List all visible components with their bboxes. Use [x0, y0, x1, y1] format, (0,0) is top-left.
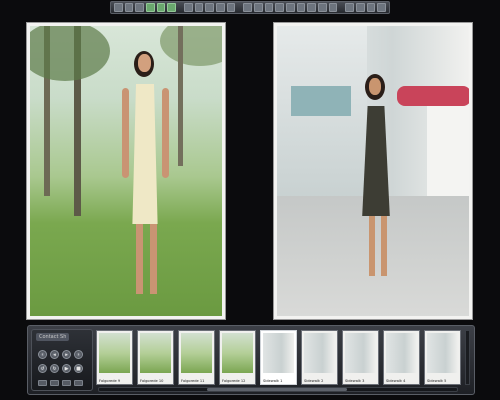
- thumbnail-caption: Folgorede 12: [222, 379, 246, 383]
- forward-icon[interactable]: ›: [74, 350, 83, 359]
- next-icon[interactable]: ▸: [62, 350, 71, 359]
- thumbnail-caption: Sidewalk 4: [386, 379, 406, 383]
- rotate-right-icon[interactable]: ↻: [50, 364, 59, 373]
- flag-icon[interactable]: [183, 3, 193, 12]
- export-icon[interactable]: [156, 3, 166, 12]
- photo-sidewalk-dress: [277, 26, 469, 316]
- redeye-icon[interactable]: [307, 3, 317, 12]
- toolbar-separator: [237, 3, 241, 12]
- thumbnail-caption: Folgorede 10: [140, 379, 164, 383]
- view-list-icon[interactable]: [38, 380, 47, 386]
- info-icon[interactable]: [355, 3, 365, 12]
- tag-icon[interactable]: [194, 3, 204, 12]
- folder-icon[interactable]: [167, 3, 177, 12]
- thumbnail-caption: Sidewalk 3: [345, 379, 365, 383]
- navigation-controls: Contact Sh ‹ ◂ ▸ › ↺ ↻ ▶ ■: [31, 329, 93, 391]
- rewind-icon[interactable]: ‹: [38, 350, 47, 359]
- thumbnail[interactable]: Sidewalk 2: [301, 330, 338, 385]
- thumbnail[interactable]: Sidewalk 3: [342, 330, 379, 385]
- thumbnail[interactable]: Sidewalk 1: [260, 330, 297, 385]
- view-filmstrip-icon[interactable]: [62, 380, 71, 386]
- play-icon[interactable]: ▶: [62, 364, 71, 373]
- view-fullscreen-icon[interactable]: [74, 380, 83, 386]
- horizontal-scrollbar[interactable]: [98, 387, 458, 392]
- photo-park-dress: [30, 26, 222, 316]
- view-single-icon[interactable]: [114, 3, 123, 12]
- viewer-right[interactable]: [273, 22, 473, 320]
- thumbnail[interactable]: Folgorede 12: [219, 330, 256, 385]
- thumbnail-image: [99, 333, 130, 373]
- thumbnail[interactable]: Sidewalk 5: [424, 330, 461, 385]
- thumbnail-caption: Sidewalk 5: [427, 379, 447, 383]
- stamp-icon[interactable]: [296, 3, 306, 12]
- rotate-icon[interactable]: [205, 3, 215, 12]
- thumbnail-caption: Sidewalk 1: [263, 379, 283, 383]
- view-compare-icon[interactable]: [124, 3, 134, 12]
- rotate-left-icon[interactable]: ↺: [38, 364, 47, 373]
- thumbnail-caption: Folgorede 9: [99, 379, 121, 383]
- view-thumbs-icon[interactable]: [50, 380, 59, 386]
- thumbnail-image: [222, 333, 253, 373]
- viewer-left[interactable]: [26, 22, 226, 320]
- zoom-icon[interactable]: [253, 3, 263, 12]
- loupe-icon[interactable]: [366, 3, 376, 12]
- thumbnail-image: [386, 333, 417, 373]
- fullscreen-icon[interactable]: [377, 3, 386, 12]
- vertical-scrollbar[interactable]: [465, 330, 470, 385]
- filmstrip-panel: Contact Sh ‹ ◂ ▸ › ↺ ↻ ▶ ■ Folgorede 9 Fo…: [27, 325, 475, 395]
- scrollbar-thumb[interactable]: [207, 388, 347, 391]
- import-icon[interactable]: [146, 3, 155, 12]
- brush-icon[interactable]: [285, 3, 295, 12]
- toolbar-separator: [178, 3, 182, 12]
- crop-icon[interactable]: [216, 3, 225, 12]
- histogram-icon[interactable]: [345, 3, 354, 12]
- previous-icon[interactable]: ◂: [50, 350, 59, 359]
- stop-icon[interactable]: ■: [74, 364, 83, 373]
- view-grid-icon[interactable]: [135, 3, 145, 12]
- levels-icon[interactable]: [328, 3, 338, 12]
- thumbnail-caption: Folgorede 11: [181, 379, 205, 383]
- thumbnail[interactable]: Folgorede 9: [96, 330, 133, 385]
- thumbnail-strip: Folgorede 9 Folgorede 10 Folgorede 11 Folgo…: [96, 330, 464, 385]
- main-toolbar: [110, 1, 390, 14]
- hand-icon[interactable]: [264, 3, 274, 12]
- thumbnail-image: [181, 333, 212, 373]
- toolbar-separator: [339, 3, 343, 12]
- color-icon[interactable]: [318, 3, 327, 12]
- thumbnail[interactable]: Folgorede 10: [137, 330, 174, 385]
- thumbnail-image: [140, 333, 171, 373]
- thumbnail[interactable]: Sidewalk 4: [383, 330, 420, 385]
- thumbnail-caption: Sidewalk 2: [304, 379, 324, 383]
- adjust-icon[interactable]: [226, 3, 236, 12]
- thumbnail[interactable]: Folgorede 11: [178, 330, 215, 385]
- thumbnail-image: [263, 333, 294, 373]
- thumbnail-image: [345, 333, 376, 373]
- pointer-icon[interactable]: [243, 3, 252, 12]
- thumbnail-image: [304, 333, 335, 373]
- thumbnail-image: [427, 333, 458, 373]
- panel-title: Contact Sh: [36, 333, 70, 341]
- straighten-icon[interactable]: [275, 3, 284, 12]
